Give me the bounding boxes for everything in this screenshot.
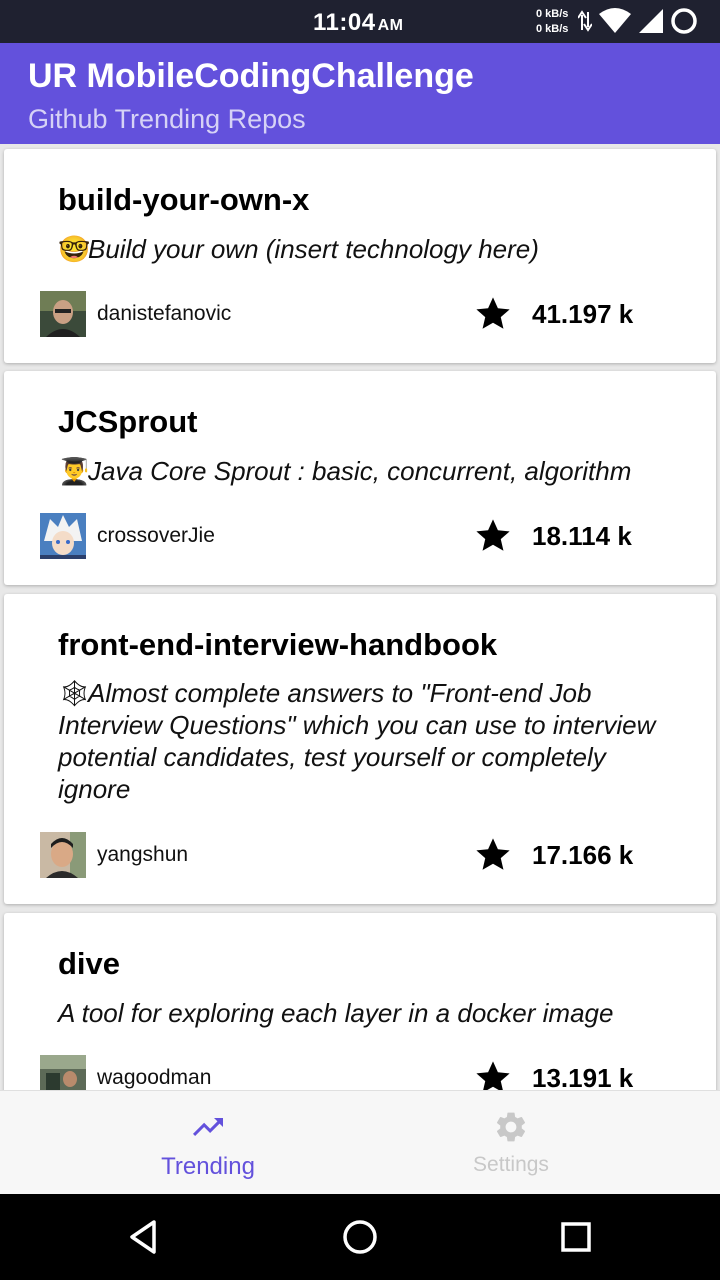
wifi-icon [599, 8, 631, 33]
star-count-row: 13.191 k [474, 1055, 633, 1090]
owner-name: wagoodman [97, 1066, 212, 1089]
network-speed: 0 kB/s 0 kB/s [536, 8, 569, 35]
repo-list[interactable]: build-your-own-x 🤓Build your own (insert… [0, 144, 720, 1090]
repo-card[interactable]: JCSprout 👨‍🎓Java Core Sprout : basic, co… [4, 371, 716, 585]
repo-description: 🤓Build your own (insert technology here) [58, 234, 539, 264]
repo-name: front-end-interview-handbook [58, 627, 498, 662]
owner-name: yangshun [97, 843, 189, 866]
owner-avatar [40, 1055, 86, 1090]
tab-trending[interactable]: Trending [108, 1091, 308, 1195]
signal-icon [639, 9, 663, 33]
repo-card[interactable]: front-end-interview-handbook 🕸Almost com… [4, 594, 716, 904]
star-count: 18.114 k [532, 520, 632, 551]
tab-settings[interactable]: Settings [411, 1091, 611, 1195]
star-count-row: 17.166 k [474, 832, 633, 878]
star-count-row: 18.114 k [474, 513, 632, 559]
star-icon [476, 519, 510, 551]
bottom-navigation: Trending Settings [0, 1090, 720, 1194]
back-icon[interactable] [122, 1216, 164, 1258]
recents-icon[interactable] [555, 1216, 597, 1258]
owner-name: danistefanovic [97, 302, 232, 325]
owner-row[interactable]: danistefanovic [40, 291, 231, 337]
spider-web-emoji-icon: 🕸 [58, 678, 92, 708]
repo-description: 👨‍🎓Java Core Sprout : basic, concurrent,… [58, 456, 632, 486]
battery-icon [671, 8, 697, 34]
star-count: 17.166 k [532, 839, 634, 870]
tab-trending-label: Trending [161, 1153, 255, 1180]
app-title: UR MobileCodingChallenge [28, 57, 474, 95]
star-count: 13.191 k [532, 1062, 634, 1091]
star-icon [476, 1061, 510, 1090]
repo-card[interactable]: build-your-own-x 🤓Build your own (insert… [4, 149, 716, 363]
repo-card[interactable]: dive A tool for exploring each layer in … [4, 913, 716, 1090]
system-navigation-bar [0, 1194, 720, 1280]
owner-name: crossoverJie [97, 524, 215, 547]
trending-up-icon [193, 1118, 223, 1136]
repo-description: A tool for exploring each layer in a doc… [58, 998, 614, 1028]
tab-settings-label: Settings [473, 1153, 549, 1176]
status-time: 11:04 AM [313, 9, 404, 36]
owner-row[interactable]: crossoverJie [40, 513, 215, 559]
gear-icon [496, 1112, 526, 1142]
owner-avatar [40, 291, 86, 337]
star-icon [476, 297, 510, 329]
star-icon [476, 838, 510, 870]
repo-description: 🕸Almost complete answers to "Front-end J… [58, 678, 656, 804]
owner-avatar [40, 832, 86, 878]
star-count-row: 41.197 k [474, 291, 633, 337]
home-icon[interactable] [339, 1216, 381, 1258]
app-bar: UR MobileCodingChallenge Github Trending… [0, 43, 720, 144]
data-transfer-icon [578, 10, 592, 32]
repo-name: JCSprout [58, 404, 198, 439]
owner-row[interactable]: wagoodman [40, 1055, 211, 1090]
nerd-face-emoji-icon: 🤓 [58, 234, 91, 264]
owner-avatar [40, 513, 86, 559]
repo-name: build-your-own-x [58, 182, 310, 217]
repo-name: dive [58, 946, 121, 981]
app-subtitle: Github Trending Repos [28, 104, 306, 134]
star-count: 41.197 k [532, 298, 634, 329]
status-bar: 11:04 AM 0 kB/s 0 kB/s [0, 0, 720, 43]
graduate-emoji-icon: 👨‍🎓 [58, 456, 91, 486]
owner-row[interactable]: yangshun [40, 832, 188, 878]
